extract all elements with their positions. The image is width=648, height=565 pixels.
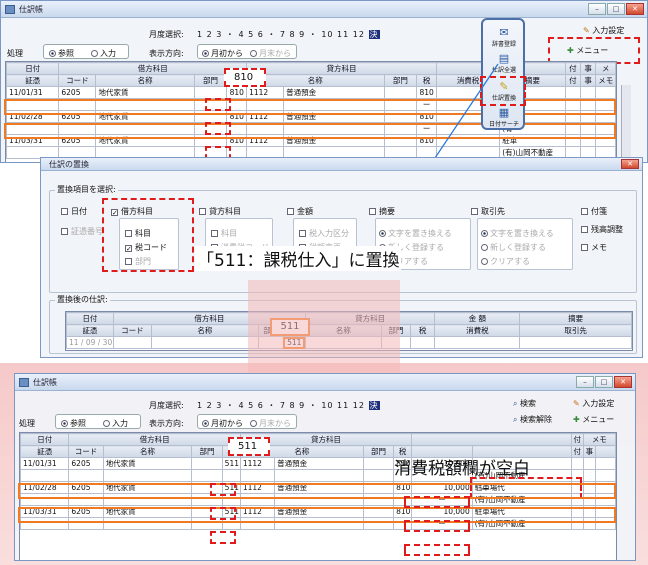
title-bar[interactable]: 仕訳帳 – □ ✕ [1,1,647,18]
minimize-icon[interactable]: – [588,3,606,15]
month-list[interactable]: 1 2 3 ・ 4 5 6 ・ 7 8 9 ・ 10 11 12 [197,401,365,410]
month-label: 月度選択: [149,401,184,410]
dir-end-radio[interactable]: 月末から [250,48,291,59]
blank-tax-cell-1 [404,496,470,508]
month-label: 月度選択: [149,30,184,39]
input-settings-button[interactable]: ✎ 入力設定 [573,398,614,409]
tax-code-old-label: 810 [234,72,254,83]
close-icon[interactable]: ✕ [626,3,644,15]
blank-tax-cell-2 [404,520,470,532]
dictionary-icon: ✉ [499,26,509,39]
dir-end-radio[interactable]: 月末から [250,418,291,429]
mode-radio-group: 参照 入力 [55,414,141,429]
window-title: 仕訳帳 [33,378,57,387]
dictionary-register-button[interactable]: ✉ 辞書登録 [487,26,521,48]
radio-dot-on [202,50,209,57]
tax-header-highlight: 810 [224,68,266,87]
amount-checkbox[interactable]: 金額 [287,206,313,217]
tax-cell-highlight-b1 [210,483,236,496]
dir-start-radio[interactable]: 月初から [202,48,243,59]
mode-ref-radio[interactable]: 参照 [49,48,74,59]
maximize-icon[interactable]: □ [595,376,613,388]
menu-icon: ✚ [573,415,580,424]
minimize-icon[interactable]: – [576,376,594,388]
tax-code-new-label: 511 [238,441,258,452]
row-highlight-b2 [18,507,616,523]
window-title: 仕訳帳 [19,5,43,14]
month-selector[interactable]: 1 2 3 ・ 4 5 6 ・ 7 8 9 ・ 10 11 12 決 [197,29,380,40]
radio-dot [91,50,98,57]
partner-checkbox[interactable]: 取引先 [471,206,505,217]
dialog-controls: ✕ [621,159,639,169]
direction-radio-group: 月初から 月末から [197,414,297,429]
settings-icon: ✎ [583,26,590,35]
mode-label: 処理 [19,419,35,428]
menu-button[interactable]: ✚ メニュー [573,414,614,425]
tax-input-checkbox[interactable]: 税入力区分 [299,228,349,239]
tax-header-highlight-bottom: 511 [228,437,270,456]
mode-ref-radio[interactable]: 参照 [61,418,86,429]
row-highlight-b1 [18,483,616,499]
app-icon [19,378,29,387]
scrollbar[interactable] [621,85,631,162]
window-controls: – □ ✕ [588,3,644,15]
partner-clear-radio[interactable]: クリアする [481,256,530,267]
replace-items-label: 置換項目を選択: [55,184,118,195]
month-selected[interactable]: 決 [368,401,380,410]
radio-dot [250,50,257,57]
summary-replace-radio[interactable]: 文字を置き換える [379,228,452,239]
search-icon: ⌕ [513,399,518,408]
voucher-checkbox[interactable]: 証憑番号 [61,226,103,237]
close-icon[interactable]: ✕ [614,376,632,388]
tax-cell-highlight-1 [205,98,231,111]
debit-group-highlight [102,198,194,272]
search-button[interactable]: ⌕ 検索 [513,398,536,409]
credit-account-checkbox[interactable]: 貸方科目 [199,206,241,217]
direction-radio-group: 月初から 月末から [197,44,297,59]
input-settings-button[interactable]: ✎ 入力設定 [583,25,624,36]
settings-icon: ✎ [573,399,580,408]
search-clear-button[interactable]: ⌕ 検索解除 [513,414,552,425]
partner-new-radio[interactable]: 新しく登録する [481,242,546,253]
memo-checkbox[interactable]: メモ [581,242,607,253]
grid-header-row1: 日付 借方科目 貸方科目 付 メモ [19,433,617,446]
blank-tax-cell-3 [404,544,470,556]
tax-cell-highlight-b3 [210,531,236,544]
month-selected[interactable]: 決 [368,30,380,39]
month-list[interactable]: 1 2 3 ・ 4 5 6 ・ 7 8 9 ・ 10 11 12 [197,30,365,39]
mode-radio-group: 参照 入力 [43,44,129,59]
partner-replace-radio[interactable]: 文字を置き換える [481,228,554,239]
search-clear-icon: ⌕ [513,415,518,424]
tax-cell-highlight-b2 [210,507,236,520]
mode-input-radio[interactable]: 入力 [103,418,128,429]
date-checkbox[interactable]: 日付 [61,206,87,217]
tax-cell-highlight-2 [205,122,231,135]
menu-highlight [548,37,640,64]
app-icon [5,5,15,14]
summary-checkbox[interactable]: 摘要 [369,206,395,217]
annotation-blank-tax: 消費税額欄が空白 [394,459,530,479]
annotation-replace: 「511：課税仕入」に置換 [195,246,402,271]
mode-input-radio[interactable]: 入力 [91,48,116,59]
window-controls: – □ ✕ [576,376,632,388]
balance-adjust-checkbox[interactable]: 残高調整 [581,224,623,235]
mode-label: 処理 [7,49,23,58]
maximize-icon[interactable]: □ [607,3,625,15]
dir-start-radio[interactable]: 月初から [202,418,243,429]
dialog-title: 仕訳の置換 [49,160,89,169]
radio-dot-on [49,50,56,57]
journal-window-bottom: 仕訳帳 – □ ✕ 月度選択: 1 2 3 ・ 4 5 6 ・ 7 8 9 ・ … [14,373,636,561]
credit-sub-checkbox[interactable]: 科目 [211,228,237,239]
close-icon[interactable]: ✕ [621,159,639,169]
attached-checkbox[interactable]: 付箋 [581,206,607,217]
direction-label: 表示方向: [149,49,184,58]
dialog-title-bar[interactable]: 仕訳の置換 ✕ [41,158,642,171]
month-selector[interactable]: 1 2 3 ・ 4 5 6 ・ 7 8 9 ・ 10 11 12 決 [197,400,380,411]
title-bar[interactable]: 仕訳帳 – □ ✕ [15,374,635,391]
direction-label: 表示方向: [149,419,184,428]
